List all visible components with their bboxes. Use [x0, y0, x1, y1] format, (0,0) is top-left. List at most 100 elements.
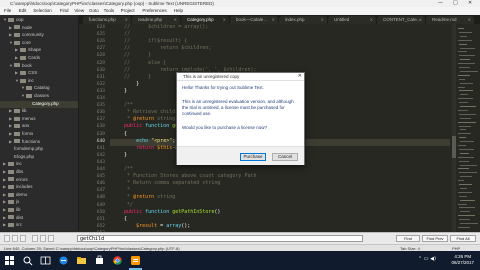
tab-close-icon[interactable]: ✕: [370, 16, 373, 24]
tab-close-icon[interactable]: ✕: [223, 16, 226, 24]
sidebar-folder[interactable]: ▶ forms: [0, 131, 78, 138]
sidebar-folder[interactable]: ▶ Cards: [0, 55, 78, 62]
tab-functions-php[interactable]: functions.php ✕: [83, 16, 131, 24]
menu-edit[interactable]: Edit: [19, 8, 27, 13]
sublime-text-icon[interactable]: [130, 255, 141, 266]
sidebar-folder[interactable]: ▶ inc: [0, 161, 78, 168]
find-prev-button[interactable]: Find Prev: [422, 235, 448, 242]
tab-close-icon[interactable]: ✕: [419, 16, 422, 24]
code-line[interactable]: * Function Stores above count category P…: [112, 173, 256, 179]
menu-project[interactable]: Project: [121, 8, 135, 13]
case-sensitive-toggle[interactable]: [12, 235, 18, 242]
code-line[interactable]: // $children = array();: [112, 24, 208, 30]
search-icon[interactable]: [22, 255, 33, 266]
menu-selection[interactable]: Selection: [33, 8, 52, 13]
chrome-icon[interactable]: [112, 255, 123, 266]
sidebar-folder[interactable]: ▶ CSS: [0, 70, 78, 77]
sidebar-folder[interactable]: ▼ oop: [0, 17, 78, 24]
sidebar-folder[interactable]: ▶ errors: [0, 177, 78, 184]
code-line[interactable]: * Return comma separated string: [112, 180, 220, 186]
menu-tools[interactable]: Tools: [104, 8, 115, 13]
code-line[interactable]: {: [112, 131, 127, 137]
code-line[interactable]: //: [112, 31, 130, 37]
sidebar-folder[interactable]: ▼ inc: [0, 78, 78, 85]
menu-goto[interactable]: Goto: [89, 8, 99, 13]
sidebar-folder[interactable]: ▶ node: [0, 25, 78, 32]
tab-close-icon[interactable]: ✕: [174, 16, 177, 24]
sidebar-folder[interactable]: ▼ classes: [0, 93, 78, 100]
store-icon[interactable]: [94, 255, 105, 266]
sidebar-folder[interactable]: ▶ demo: [0, 192, 78, 199]
code-line[interactable]: echo "<pre>";: [112, 138, 175, 144]
windows-start-icon[interactable]: [4, 255, 15, 266]
sidebar-folder[interactable]: ▶ src: [0, 222, 78, 229]
sidebar-folder[interactable]: ▼ Catalog: [0, 85, 78, 92]
minimize-button[interactable]: —: [438, 0, 443, 7]
menu-preferences[interactable]: Preferences: [142, 8, 166, 13]
code-line[interactable]: // return $children;: [112, 45, 211, 51]
code-line[interactable]: }: [112, 81, 139, 87]
cancel-button[interactable]: Cancel: [272, 153, 298, 161]
tab-close-icon[interactable]: ✕: [125, 16, 128, 24]
sidebar-file[interactable]: Elogs.php: [0, 154, 78, 161]
edge-browser-icon[interactable]: [58, 255, 69, 266]
taskbar-clock[interactable]: 4:26 PM 06/27/2017: [451, 254, 474, 266]
code-line[interactable]: {: [112, 216, 127, 222]
tab-content-cate-[interactable]: CONTENT_Cate… ✕: [377, 16, 425, 24]
close-button[interactable]: ✕: [468, 0, 472, 7]
sidebar-folder[interactable]: ▶ lib: [0, 207, 78, 214]
maximize-button[interactable]: □: [453, 0, 458, 7]
file-explorer-icon[interactable]: [76, 255, 87, 266]
sidebar-folder[interactable]: ▶ community: [0, 32, 78, 39]
tab-index-php[interactable]: index.php ✕: [279, 16, 327, 24]
find-all-button[interactable]: Find All: [450, 235, 476, 242]
code-line[interactable]: // if($result) {: [112, 38, 187, 44]
sidebar-folder[interactable]: ▶ dist: [0, 215, 78, 222]
code-line[interactable]: $result = array();: [112, 223, 190, 229]
tab-untitled[interactable]: Untitled ✕: [328, 16, 376, 24]
wrap-toggle[interactable]: [32, 235, 38, 242]
sidebar-folder[interactable]: ▶ js: [0, 199, 78, 206]
sidebar-file[interactable]: Category.php: [0, 100, 78, 108]
code-line[interactable]: public function getPathInStore(): [112, 209, 220, 215]
menu-file[interactable]: File: [4, 8, 11, 13]
in-selection-toggle[interactable]: [40, 235, 46, 242]
sidebar-folder[interactable]: ▶ dbs: [0, 169, 78, 176]
menu-view[interactable]: View: [74, 8, 84, 13]
dialog-close-icon[interactable]: ✕: [298, 73, 302, 80]
sidebar-folder[interactable]: ▶ ans: [0, 123, 78, 130]
menu-find[interactable]: Find: [60, 8, 69, 13]
sidebar-folder[interactable]: ▶ lib: [0, 108, 78, 115]
sidebar-folder[interactable]: ▼ book: [0, 63, 78, 70]
find-button[interactable]: Find: [396, 235, 420, 242]
whole-word-toggle[interactable]: [20, 235, 26, 242]
code-line[interactable]: */: [112, 202, 133, 208]
code-line[interactable]: }: [112, 152, 127, 158]
highlight-matches-toggle[interactable]: [48, 235, 54, 242]
code-line[interactable]: // }: [112, 52, 151, 58]
tab-readme-php[interactable]: readme.php ✕: [132, 16, 180, 24]
code-line[interactable]: *: [112, 187, 130, 193]
purchase-button[interactable]: Purchase: [240, 153, 266, 161]
code-line[interactable]: // else {: [112, 60, 166, 66]
code-line[interactable]: }: [112, 88, 127, 94]
tab-close-icon[interactable]: ✕: [321, 16, 324, 24]
sidebar-folder[interactable]: ▼ core: [0, 40, 78, 47]
system-tray-icons[interactable]: ⌃ ▭ ◀): [418, 256, 436, 262]
code-line[interactable]: /**: [112, 166, 133, 172]
code-line[interactable]: * @return string: [112, 116, 175, 122]
menu-help[interactable]: Help: [174, 8, 183, 13]
sidebar-folder[interactable]: ▶ menus: [0, 116, 78, 123]
tab-close-icon[interactable]: ✕: [272, 16, 275, 24]
sidebar-file[interactable]: formdemp.php: [0, 146, 78, 153]
tab-readme-md[interactable]: Readme.md ✕: [426, 16, 474, 24]
code-line[interactable]: /**: [112, 102, 133, 108]
sidebar-folder[interactable]: ▶ Shape: [0, 47, 78, 54]
sidebar-folder[interactable]: ▶ includes: [0, 184, 78, 191]
minimap[interactable]: [456, 24, 480, 232]
tab-close-icon[interactable]: ✕: [468, 16, 471, 24]
find-input[interactable]: getChild: [77, 235, 363, 242]
regex-toggle[interactable]: [4, 235, 10, 242]
tab-book-catale-[interactable]: book—Catale… ✕: [230, 16, 278, 24]
code-line[interactable]: * @return string: [112, 194, 175, 200]
